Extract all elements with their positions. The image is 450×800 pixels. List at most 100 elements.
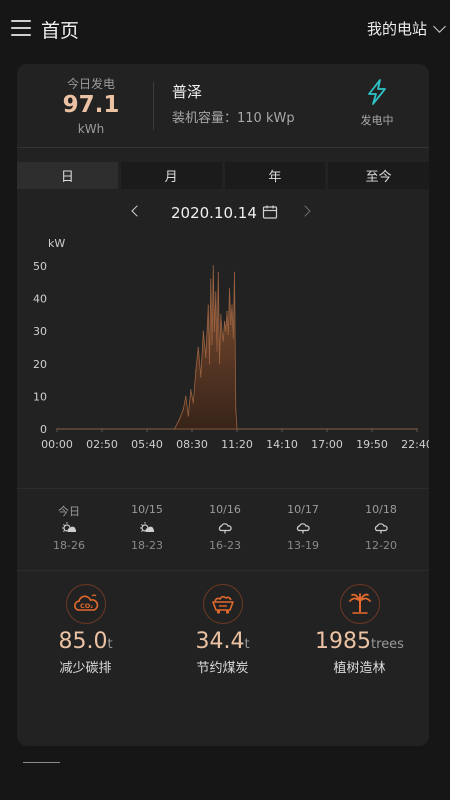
period-tabs: 日 月 年 至今 — [17, 162, 429, 189]
tab-year[interactable]: 年 — [224, 162, 326, 189]
data-point — [56, 428, 58, 430]
data-point — [205, 356, 207, 358]
tab-total-label: 至今 — [365, 170, 392, 185]
weather-forecast: 今日 18-26 10/15 18-23 10/16 16-23 10/17 1… — [17, 488, 429, 570]
tab-day-label: 日 — [60, 170, 74, 185]
sunny-cloudy-icon — [62, 522, 77, 532]
eco-value: 34.4t — [154, 629, 291, 657]
eco-number: 85.0 — [58, 629, 108, 654]
co2-cloud-icon: CO₂ — [65, 584, 106, 624]
x-tick-label: 22:40 — [401, 438, 429, 451]
eco-item-carbon: CO₂ 85.0t 减少碳排 — [17, 571, 154, 676]
data-point — [233, 271, 236, 274]
weather-day: 10/16 16-23 — [186, 489, 264, 570]
eco-value: 1985trees — [291, 629, 428, 657]
tab-year-label: 年 — [268, 170, 282, 185]
x-tick-label: 11:20 — [221, 438, 253, 451]
data-point — [182, 408, 184, 411]
y-tick-label: 30 — [33, 325, 47, 338]
chevron-right-icon[interactable] — [299, 205, 311, 217]
data-point — [208, 363, 211, 365]
station-card: 今日发电 97.1 kWh 普泽 装机容量：110 kWp 发电中 日 月 年 … — [17, 64, 429, 746]
data-point — [218, 363, 221, 365]
cloudy-icon — [374, 523, 388, 534]
menu-icon[interactable] — [11, 20, 31, 36]
data-point — [416, 428, 418, 430]
weather-date: 今日 — [58, 505, 80, 518]
data-point — [195, 369, 197, 371]
calendar-icon[interactable] — [262, 204, 278, 220]
today-generation-label: 今日发电 — [66, 77, 115, 91]
cloudy-icon — [218, 523, 232, 534]
data-point — [210, 278, 212, 280]
station-selector[interactable]: 我的电站 — [366, 18, 446, 39]
data-point — [213, 330, 216, 332]
coal-cart-icon — [202, 584, 243, 624]
palm-tree-icon — [339, 584, 380, 624]
station-selector-label: 我的电站 — [366, 20, 427, 38]
today-generation-value: 97.1 — [62, 92, 120, 118]
chevron-left-icon[interactable] — [131, 205, 143, 217]
data-point — [217, 271, 219, 274]
power-chart: kW 0 10 20 30 40 50 00:00 02:50 05:40 08:30 11:20 14… — [33, 237, 429, 451]
data-point — [227, 333, 229, 336]
data-point — [225, 330, 227, 332]
generation-status: 发电中 — [347, 78, 407, 128]
lightning-icon — [368, 79, 386, 105]
data-point — [197, 346, 199, 349]
x-tick-label: 17:00 — [311, 438, 343, 451]
data-point — [231, 304, 233, 306]
tab-month[interactable]: 月 — [120, 162, 222, 189]
weather-temp: 12-20 — [365, 539, 397, 552]
selected-date[interactable]: 2020.10.14 — [171, 204, 257, 222]
data-point — [221, 330, 223, 332]
data-point — [192, 402, 194, 404]
weather-date: 10/16 — [209, 503, 241, 516]
x-tick-label: 00:00 — [41, 438, 73, 451]
data-point — [226, 311, 228, 313]
tab-month-label: 月 — [164, 170, 178, 185]
svg-text:CO₂: CO₂ — [80, 602, 93, 610]
data-point — [190, 389, 192, 391]
x-tick-label: 08:30 — [176, 438, 208, 451]
data-point — [235, 408, 237, 411]
tab-total[interactable]: 至今 — [328, 162, 429, 189]
top-bar: 首页 我的电站 — [0, 0, 450, 58]
data-point — [207, 304, 209, 306]
status-text: 发电中 — [360, 114, 394, 127]
y-tick-label: 50 — [33, 260, 47, 273]
eco-unit: t — [244, 637, 250, 652]
weather-date: 10/15 — [131, 503, 163, 516]
data-point — [173, 428, 176, 430]
tab-day[interactable]: 日 — [17, 162, 118, 189]
data-point — [178, 418, 181, 420]
today-generation-unit: kWh — [77, 122, 105, 136]
weather-day: 10/18 12-20 — [342, 489, 420, 570]
weather-temp: 16-23 — [209, 539, 241, 552]
x-tick-label: 05:40 — [131, 438, 163, 451]
data-point — [200, 376, 202, 378]
weather-day: 10/15 18-23 — [108, 489, 186, 570]
weather-day: 10/17 13-19 — [264, 489, 342, 570]
data-point — [216, 350, 218, 352]
weather-temp: 13-19 — [287, 539, 319, 552]
date-navigator: 2020.10.14 — [17, 202, 429, 226]
eco-item-coal: 34.4t 节约煤炭 — [154, 571, 291, 676]
weather-date: 10/18 — [365, 503, 397, 516]
weather-date: 10/17 — [287, 503, 319, 516]
data-point — [220, 314, 222, 316]
x-tick-label: 02:50 — [86, 438, 118, 451]
home-indicator — [23, 762, 60, 763]
data-point — [202, 330, 204, 332]
y-tick-label: 0 — [40, 423, 47, 436]
eco-number: 34.4 — [195, 629, 245, 654]
y-tick-label: 10 — [33, 390, 47, 403]
data-point — [228, 288, 231, 290]
environmental-benefits: CO₂ 85.0t 减少碳排 34.4t 节约煤炭 1985trees 植树造林 — [17, 570, 429, 676]
weather-temp: 18-26 — [53, 539, 85, 552]
weather-day: 今日 18-26 — [30, 489, 108, 570]
data-point — [230, 324, 232, 326]
y-axis-unit: kW — [48, 237, 65, 250]
chevron-down-icon — [433, 19, 446, 33]
eco-item-trees: 1985trees 植树造林 — [291, 571, 428, 676]
